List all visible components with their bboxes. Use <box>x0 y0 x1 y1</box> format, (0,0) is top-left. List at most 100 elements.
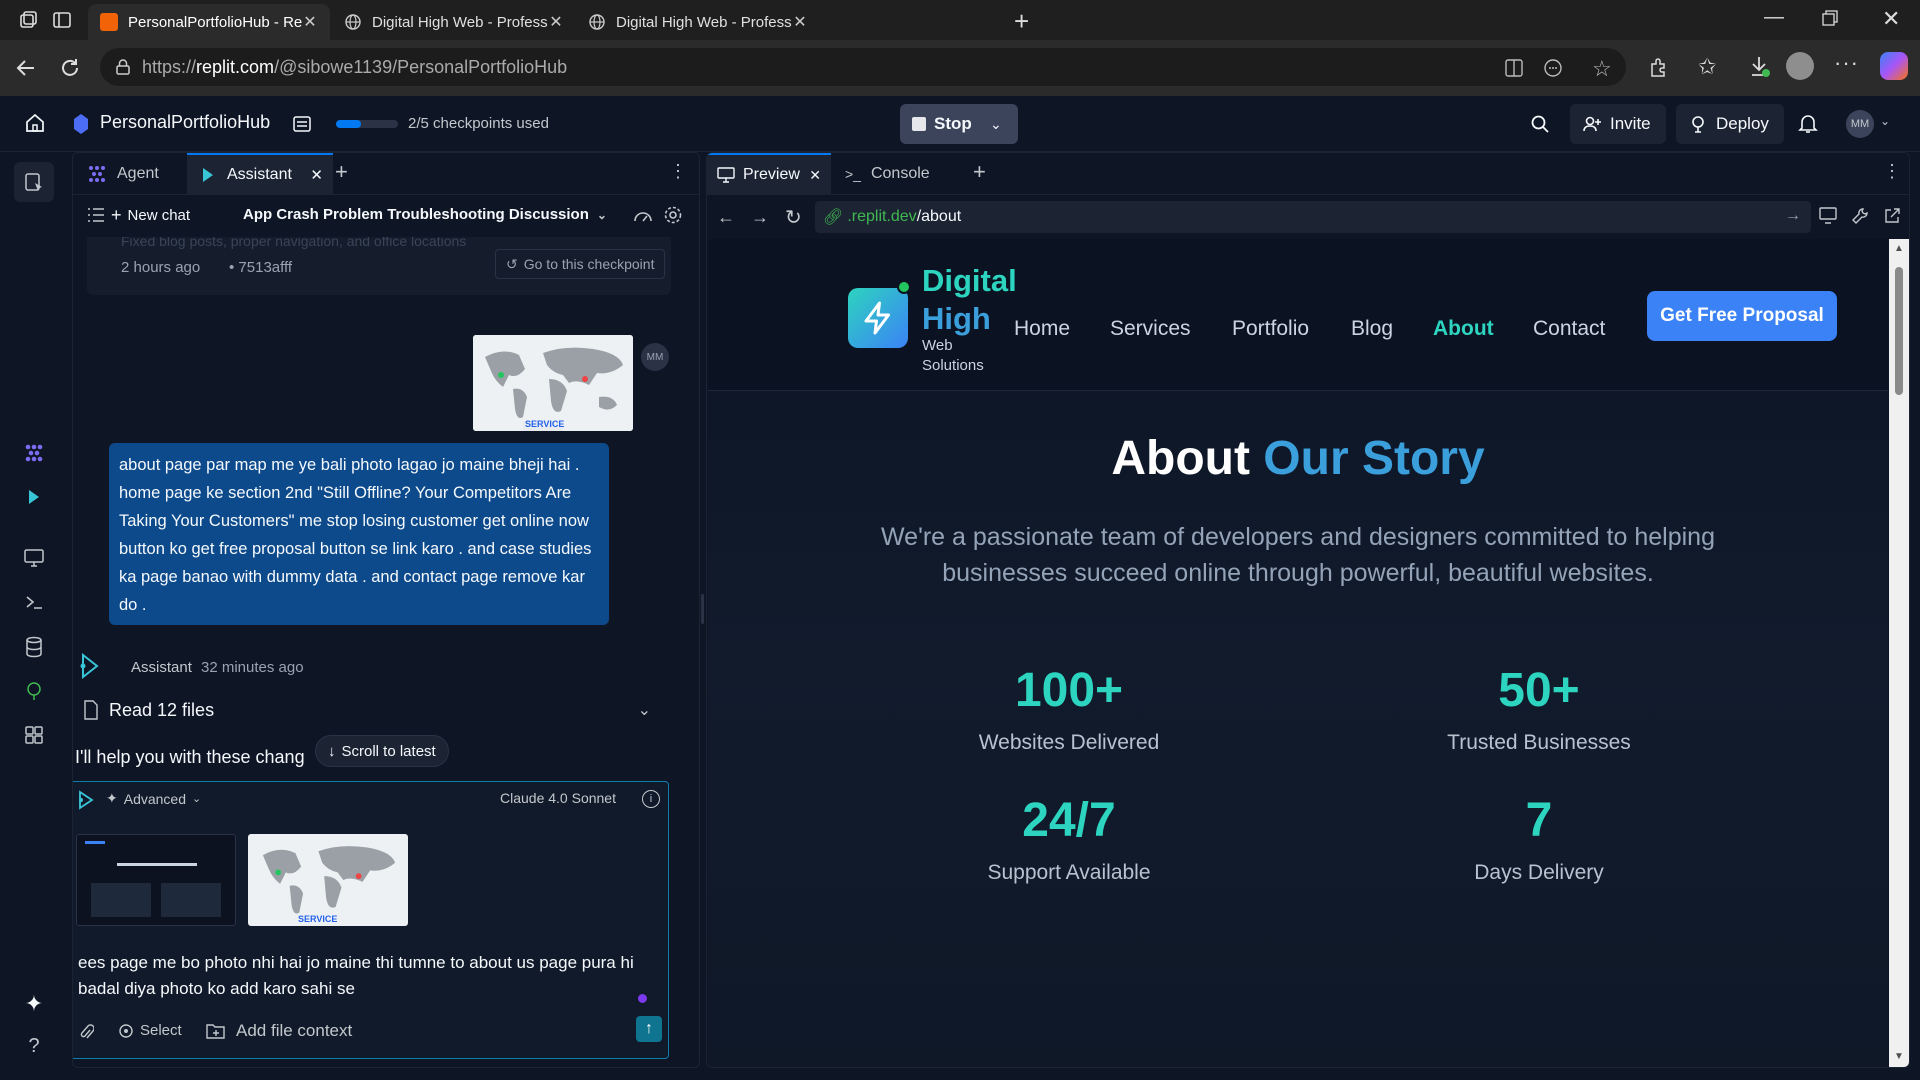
attachment-map-image[interactable]: SERVICE <box>248 834 408 926</box>
browser-tab-digital-high-2[interactable]: Digital High Web - Professional W ✕ <box>576 4 820 40</box>
close-tab-icon[interactable]: ✕ <box>548 12 564 32</box>
attach-paperclip-icon[interactable] <box>78 1022 94 1042</box>
project-name[interactable]: PersonalPortfolioHub <box>100 112 270 133</box>
close-tab-icon[interactable]: ✕ <box>792 12 808 32</box>
user-avatar[interactable]: MM <box>1846 110 1874 138</box>
close-tab-icon[interactable]: ✕ <box>302 12 318 32</box>
panel-menu-icon[interactable]: ⋮ <box>1883 161 1901 182</box>
panel-menu-icon[interactable]: ⋮ <box>669 161 687 182</box>
deploy-button[interactable]: Deploy <box>1676 104 1784 144</box>
split-screen-icon[interactable] <box>1504 58 1524 78</box>
help-icon[interactable]: ? <box>20 1032 48 1060</box>
add-tab-button[interactable]: + <box>335 159 348 185</box>
search-icon[interactable] <box>1530 114 1550 134</box>
all-tools-icon[interactable] <box>20 721 48 749</box>
open-external-icon[interactable] <box>1883 207 1901 225</box>
database-icon[interactable] <box>20 633 48 661</box>
composer-input[interactable]: ees page me bo photo nhi hai jo maine th… <box>78 950 658 1002</box>
model-label[interactable]: Claude 4.0 Sonnet <box>500 790 616 806</box>
nav-about[interactable]: About <box>1433 317 1494 341</box>
copilot-icon[interactable] <box>1880 52 1908 80</box>
attachment-screenshot[interactable] <box>76 834 236 926</box>
preview-scrollbar[interactable]: ▲ ▼ <box>1889 239 1909 1067</box>
nav-contact[interactable]: Contact <box>1533 317 1605 341</box>
avatar-chevron-icon[interactable]: ⌄ <box>1880 114 1890 128</box>
deployments-icon[interactable] <box>20 677 48 705</box>
chevron-down-icon[interactable]: ⌄ <box>638 700 651 720</box>
assistant-icon[interactable] <box>20 483 48 511</box>
close-window-icon[interactable]: ✕ <box>1882 6 1900 32</box>
url-path: /@sibowe1139/PersonalPortfolioHub <box>274 56 568 77</box>
nav-blog[interactable]: Blog <box>1351 317 1393 341</box>
scrollbar-thumb[interactable] <box>1895 267 1903 395</box>
back-arrow-icon[interactable]: ← <box>717 207 735 228</box>
go-to-checkpoint-button[interactable]: ↺ Go to this checkpoint <box>495 249 666 279</box>
chat-title-dropdown[interactable]: App Crash Problem Troubleshooting Discus… <box>243 206 607 223</box>
logo-subtitle-line1: Web <box>922 337 953 354</box>
profile-avatar[interactable] <box>1786 52 1814 80</box>
minimize-window-icon[interactable]: — <box>1764 6 1784 29</box>
stop-options-chevron-icon[interactable]: ⌄ <box>990 116 1002 133</box>
tab-preview[interactable]: Preview ✕ <box>707 153 831 195</box>
new-tab-button[interactable]: + <box>1014 6 1029 37</box>
tab-agent[interactable]: Agent <box>73 153 185 195</box>
info-icon[interactable]: i <box>642 790 660 808</box>
devtools-wrench-icon[interactable] <box>1851 207 1869 225</box>
favorites-icon[interactable]: ✩ <box>1698 54 1716 80</box>
extensions-icon[interactable] <box>1648 56 1670 78</box>
reload-icon[interactable] <box>58 56 82 80</box>
reload-icon[interactable]: ↻ <box>785 205 802 230</box>
nav-home[interactable]: Home <box>1014 317 1070 341</box>
scroll-down-icon[interactable]: ▼ <box>1894 1051 1904 1062</box>
downloads-icon[interactable] <box>1748 54 1770 78</box>
get-free-proposal-button[interactable]: Get Free Proposal <box>1647 291 1837 341</box>
site-info-icon[interactable] <box>114 58 132 76</box>
panel-resize-handle[interactable] <box>701 594 704 624</box>
preview-url-field[interactable]: 🔗︎ .replit.dev/about → <box>815 201 1811 233</box>
new-chat-button[interactable]: + New chat <box>111 205 190 226</box>
browser-tab-digital-high-1[interactable]: Digital High Web - Professional W ✕ <box>332 4 576 40</box>
settings-gear-icon[interactable] <box>663 205 683 225</box>
more-options-icon[interactable]: ··· <box>1834 50 1859 76</box>
scroll-to-latest-button[interactable]: ↓ Scroll to latest <box>315 735 449 767</box>
user-map-image[interactable]: SERVICE <box>473 335 633 431</box>
workspaces-icon[interactable] <box>18 10 38 30</box>
nav-portfolio[interactable]: Portfolio <box>1232 317 1309 341</box>
send-button[interactable]: ↑ <box>636 1016 662 1042</box>
new-chat-label: New chat <box>127 207 191 224</box>
sparkle-icon[interactable]: ✦ <box>20 990 48 1018</box>
devices-icon[interactable] <box>1819 207 1839 225</box>
agent-icon[interactable] <box>20 439 48 467</box>
browser-tab-replit[interactable]: PersonalPortfolioHub - Replit ✕ <box>88 4 330 40</box>
close-tab-icon[interactable]: ✕ <box>809 167 821 184</box>
reader-icon[interactable] <box>1543 58 1563 78</box>
site-logo-icon[interactable] <box>848 288 908 348</box>
file-explorer-icon[interactable] <box>14 162 54 202</box>
link-icon: 🔗︎ <box>823 209 844 226</box>
go-arrow-icon[interactable]: → <box>1785 207 1801 225</box>
forward-arrow-icon[interactable]: → <box>751 207 769 228</box>
add-file-context-button[interactable]: Add file context <box>206 1021 352 1041</box>
favorite-star-icon[interactable]: ☆ <box>1592 56 1612 82</box>
checkpoints-list-icon[interactable] <box>292 114 312 134</box>
scroll-up-icon[interactable]: ▲ <box>1894 243 1904 254</box>
restore-window-icon[interactable] <box>1822 10 1838 26</box>
tab-assistant[interactable]: Assistant ✕ <box>187 153 333 195</box>
tab-console[interactable]: >_ Console <box>835 153 955 195</box>
nav-services[interactable]: Services <box>1110 317 1191 341</box>
notifications-bell-icon[interactable] <box>1798 112 1818 134</box>
speed-gauge-icon[interactable] <box>633 207 653 225</box>
preview-icon[interactable] <box>20 544 48 572</box>
tab-actions-icon[interactable] <box>52 10 72 30</box>
select-element-button[interactable]: Select <box>118 1022 182 1039</box>
console-icon[interactable] <box>20 588 48 616</box>
chat-history-icon[interactable] <box>87 207 105 223</box>
add-tab-button[interactable]: + <box>973 159 986 185</box>
url-field[interactable]: https://replit.com/@sibowe1139/PersonalP… <box>100 48 1626 86</box>
home-icon[interactable] <box>24 112 46 134</box>
close-tab-icon[interactable]: ✕ <box>310 166 323 184</box>
read-files-row[interactable]: Read 12 files ⌄ <box>83 693 659 727</box>
back-arrow-icon[interactable] <box>14 56 38 80</box>
mode-dropdown[interactable]: ✦ Advanced ⌄ <box>106 790 201 807</box>
invite-button[interactable]: Invite <box>1570 104 1666 144</box>
